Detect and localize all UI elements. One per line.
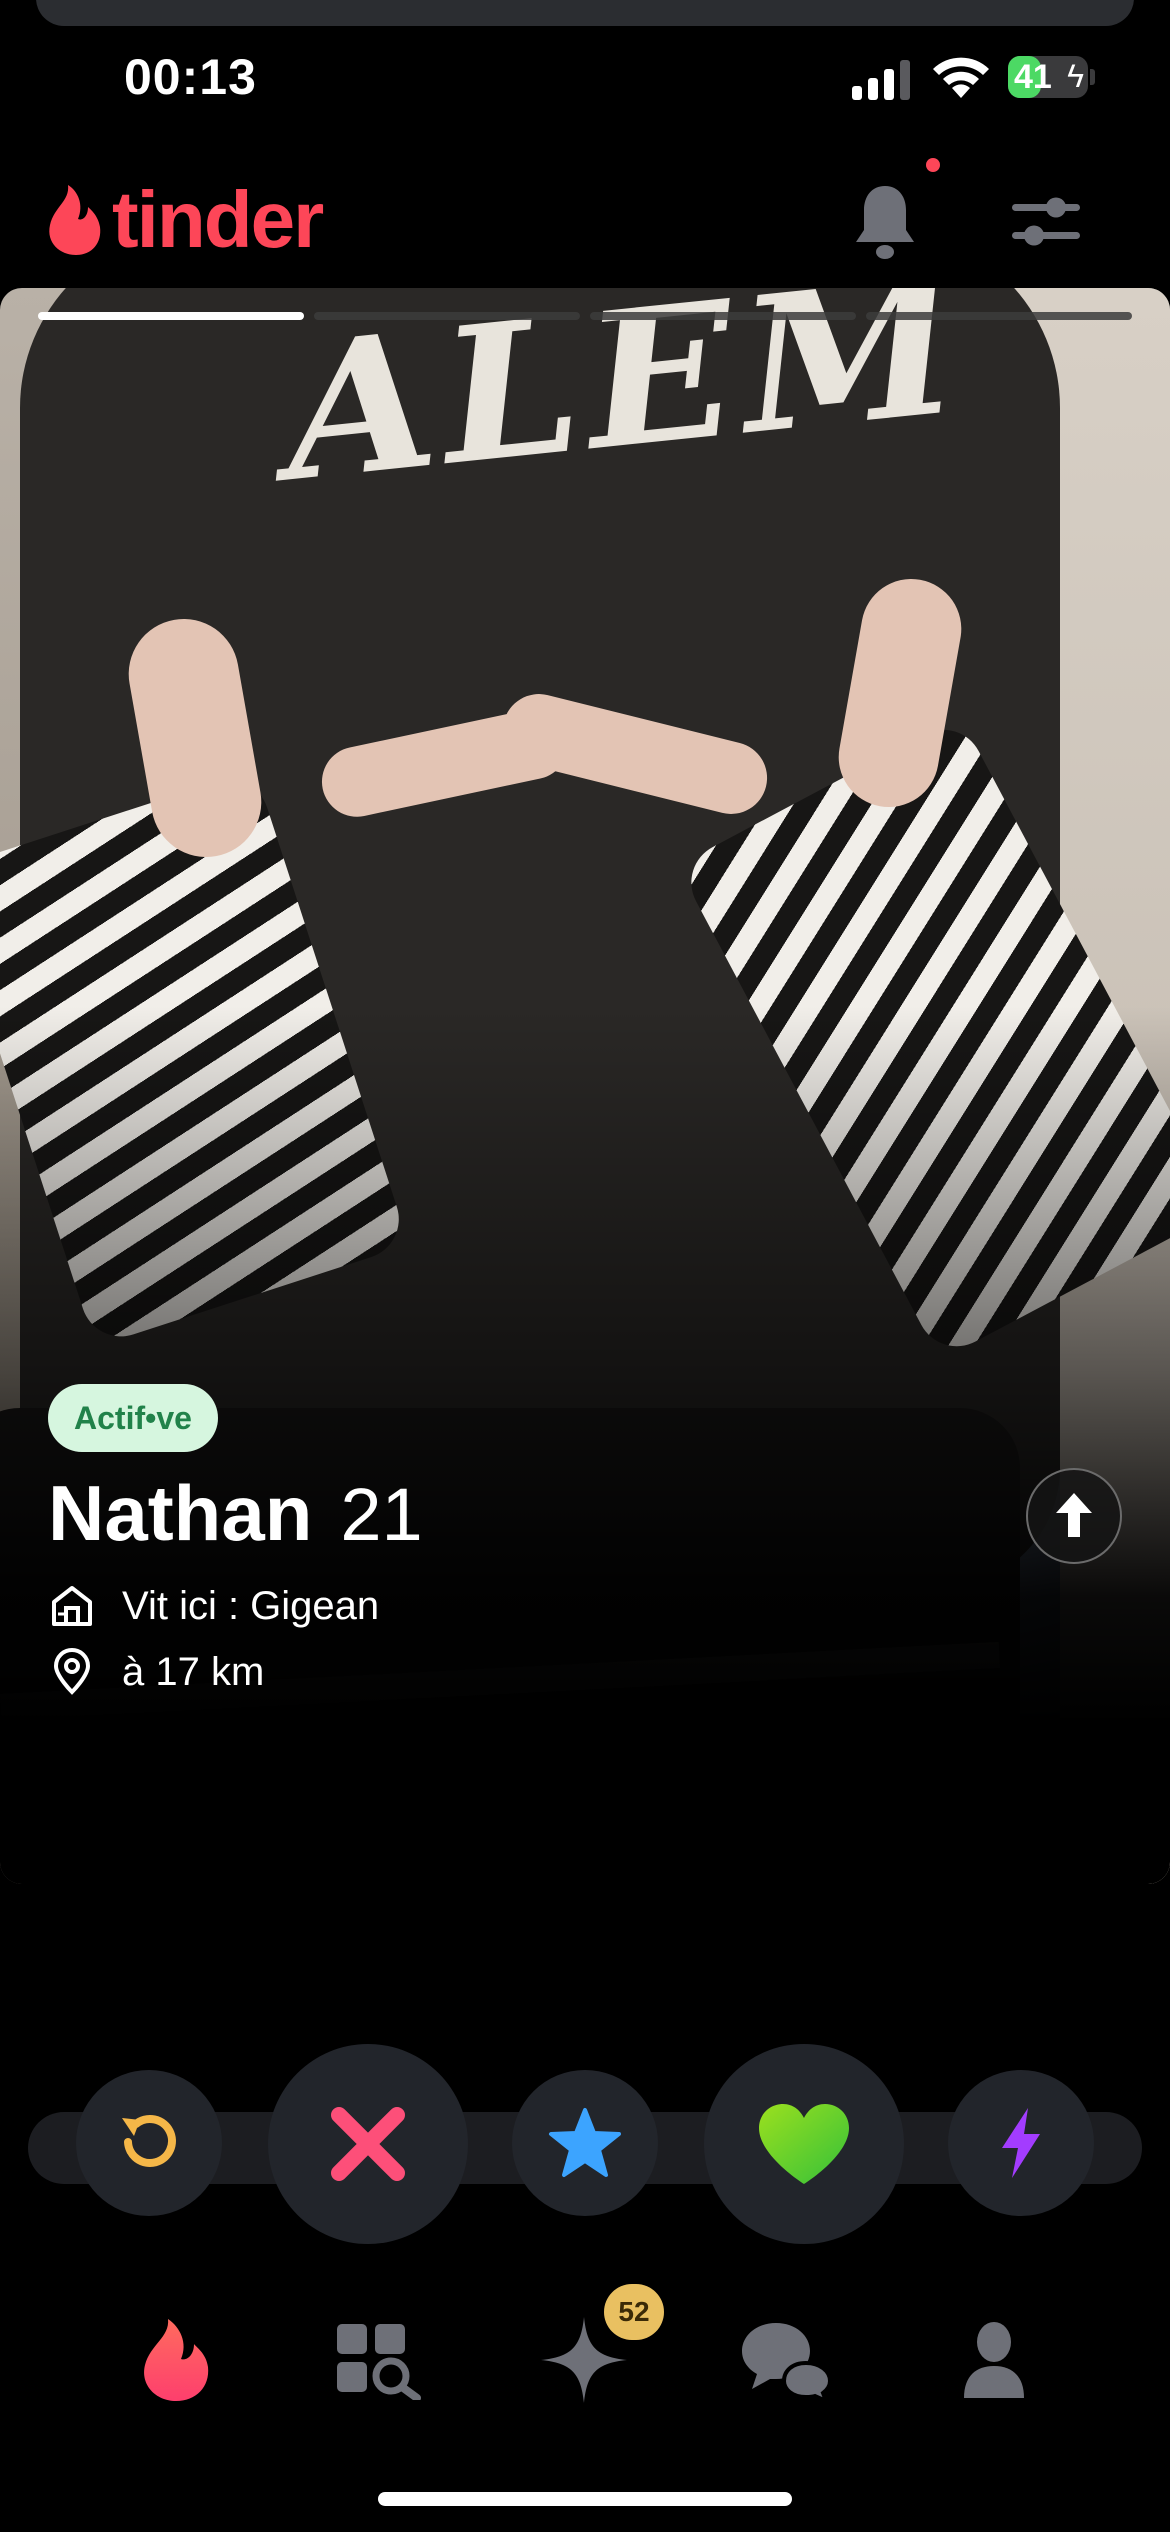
nope-button[interactable] xyxy=(268,2044,468,2244)
super-like-button[interactable] xyxy=(512,2070,658,2216)
distance-text: à 17 km xyxy=(122,1649,265,1694)
app-header: tinder xyxy=(0,160,1170,280)
gold-likes-count-badge: 52 xyxy=(604,2284,664,2340)
tab-messages[interactable] xyxy=(736,2310,836,2410)
notification-dot xyxy=(926,158,940,172)
status-bar: 00:13 41 ϟ xyxy=(0,40,1170,120)
top-edge-bar xyxy=(36,0,1134,26)
wifi-icon xyxy=(933,57,989,98)
profile-age: 21 xyxy=(340,1473,423,1556)
charging-bolt-icon: ϟ xyxy=(1067,58,1084,94)
battery-cap xyxy=(1090,69,1095,85)
filter-settings-icon[interactable] xyxy=(1010,190,1082,254)
profile-name: Nathan xyxy=(48,1469,313,1557)
lives-in-text: Vit ici : Gigean xyxy=(122,1583,380,1628)
photo-progress-segment[interactable] xyxy=(38,312,304,320)
home-icon xyxy=(52,1586,92,1626)
logo-text: tinder xyxy=(112,175,324,264)
photo-progress-segment[interactable] xyxy=(590,312,856,320)
boost-button[interactable] xyxy=(948,2070,1094,2216)
profile-name-row: Nathan 21 xyxy=(48,1468,423,1559)
distance-row: à 17 km xyxy=(48,1648,264,1696)
profile-photo-card[interactable]: ALEM Actif•ve Nathan 21 Vit ici : Gigean… xyxy=(0,288,1170,1884)
tab-profile[interactable] xyxy=(944,2310,1044,2410)
person-icon xyxy=(964,2322,1024,2398)
home-indicator[interactable] xyxy=(378,2492,792,2506)
explore-icon xyxy=(337,2324,421,2400)
active-status-badge: Actif•ve xyxy=(48,1384,218,1452)
tab-home[interactable] xyxy=(126,2310,226,2410)
location-pin-icon xyxy=(53,1648,91,1695)
photo-progress-segment[interactable] xyxy=(866,312,1132,320)
lives-in-row: Vit ici : Gigean xyxy=(48,1582,379,1630)
photo-gradient-overlay xyxy=(0,288,1170,1884)
close-icon xyxy=(331,2107,405,2181)
tab-explore[interactable] xyxy=(328,2310,428,2410)
tinder-logo: tinder xyxy=(46,175,324,264)
rewind-button[interactable] xyxy=(76,2070,222,2216)
like-button[interactable] xyxy=(704,2044,904,2244)
battery-indicator: 41 ϟ xyxy=(1008,56,1088,98)
arrow-up-icon xyxy=(1056,1493,1092,1537)
rewind-icon xyxy=(122,2115,176,2167)
chat-icon xyxy=(742,2323,833,2401)
flame-logo-icon xyxy=(49,185,101,255)
photo-progress-indicator xyxy=(38,312,1132,320)
battery-level: 41 xyxy=(1014,58,1052,96)
status-time: 00:13 xyxy=(124,49,257,105)
bottom-tab-bar xyxy=(0,2300,1170,2410)
flame-icon xyxy=(144,2319,209,2401)
photo-progress-segment[interactable] xyxy=(314,312,580,320)
cellular-signal-icon xyxy=(852,60,910,100)
heart-icon xyxy=(759,2104,849,2184)
lightning-icon xyxy=(1002,2108,1040,2178)
star-icon xyxy=(549,2108,621,2177)
bell-icon[interactable] xyxy=(852,182,918,262)
open-profile-button[interactable] xyxy=(1026,1468,1122,1564)
